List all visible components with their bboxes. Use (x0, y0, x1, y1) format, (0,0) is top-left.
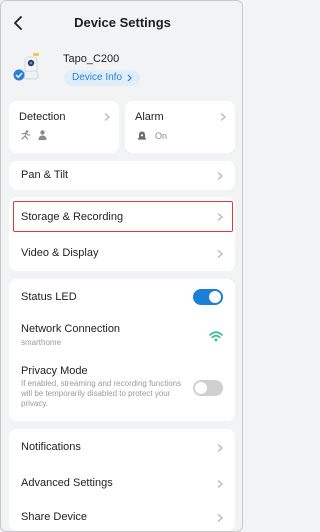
chevron-right-icon (220, 113, 226, 121)
network-ssid: smarthome (21, 338, 62, 347)
more-settings-group: Notifications Advanced Settings Share De… (9, 429, 235, 531)
person-icon (38, 130, 47, 140)
page-title: Device Settings (74, 15, 171, 30)
network-connection-label: Network Connection (21, 323, 121, 335)
notifications-label: Notifications (21, 441, 81, 453)
chevron-right-icon (217, 250, 223, 258)
share-device-row[interactable]: Share Device (9, 499, 235, 531)
selection-highlight (13, 201, 233, 232)
network-connection-row[interactable]: Network Connection smarthome (9, 317, 235, 359)
status-led-label: Status LED (21, 291, 77, 303)
pan-tilt-label: Pan & Tilt (21, 169, 69, 181)
detection-label: Detection (19, 111, 66, 123)
chevron-right-icon (104, 113, 110, 121)
advanced-settings-label: Advanced Settings (21, 477, 113, 489)
alarm-status: On (155, 131, 168, 141)
device-info-button[interactable]: Device Info (64, 70, 141, 86)
privacy-mode-label: Privacy Mode (21, 365, 88, 377)
wifi-icon (209, 331, 223, 342)
alarm-card[interactable]: Alarm On (125, 101, 235, 153)
camera-device-icon (13, 53, 39, 81)
running-person-icon (21, 130, 31, 140)
alarm-label: Alarm (135, 111, 164, 123)
siren-icon (138, 131, 146, 140)
status-led-toggle[interactable] (193, 289, 223, 305)
privacy-mode-toggle[interactable] (193, 380, 223, 396)
device-summary: Tapo_C200 Device Info (9, 49, 209, 89)
chevron-right-icon (217, 444, 223, 452)
device-toggles-group: Status LED Network Connection smarthome … (9, 279, 235, 421)
device-settings-screen: Device Settings Tapo_C200 Device Info De… (0, 0, 243, 532)
chevron-right-icon (217, 514, 223, 522)
video-display-row[interactable]: Video & Display (9, 237, 235, 271)
status-led-row: Status LED (9, 279, 235, 315)
pan-tilt-row[interactable]: Pan & Tilt (9, 161, 235, 190)
detection-card[interactable]: Detection (9, 101, 119, 153)
privacy-mode-description: If enabled, streaming and recording func… (21, 379, 182, 408)
notifications-row[interactable]: Notifications (9, 429, 235, 465)
device-info-label: Device Info (72, 72, 123, 83)
chevron-right-icon (217, 480, 223, 488)
device-name: Tapo_C200 (63, 53, 120, 65)
header: Device Settings (1, 1, 242, 45)
chevron-right-icon (217, 172, 223, 180)
video-display-label: Video & Display (21, 247, 99, 259)
share-device-label: Share Device (21, 511, 88, 523)
advanced-settings-row[interactable]: Advanced Settings (9, 465, 235, 499)
chevron-right-icon (127, 74, 132, 82)
privacy-mode-row: Privacy Mode If enabled, streaming and r… (9, 359, 235, 421)
